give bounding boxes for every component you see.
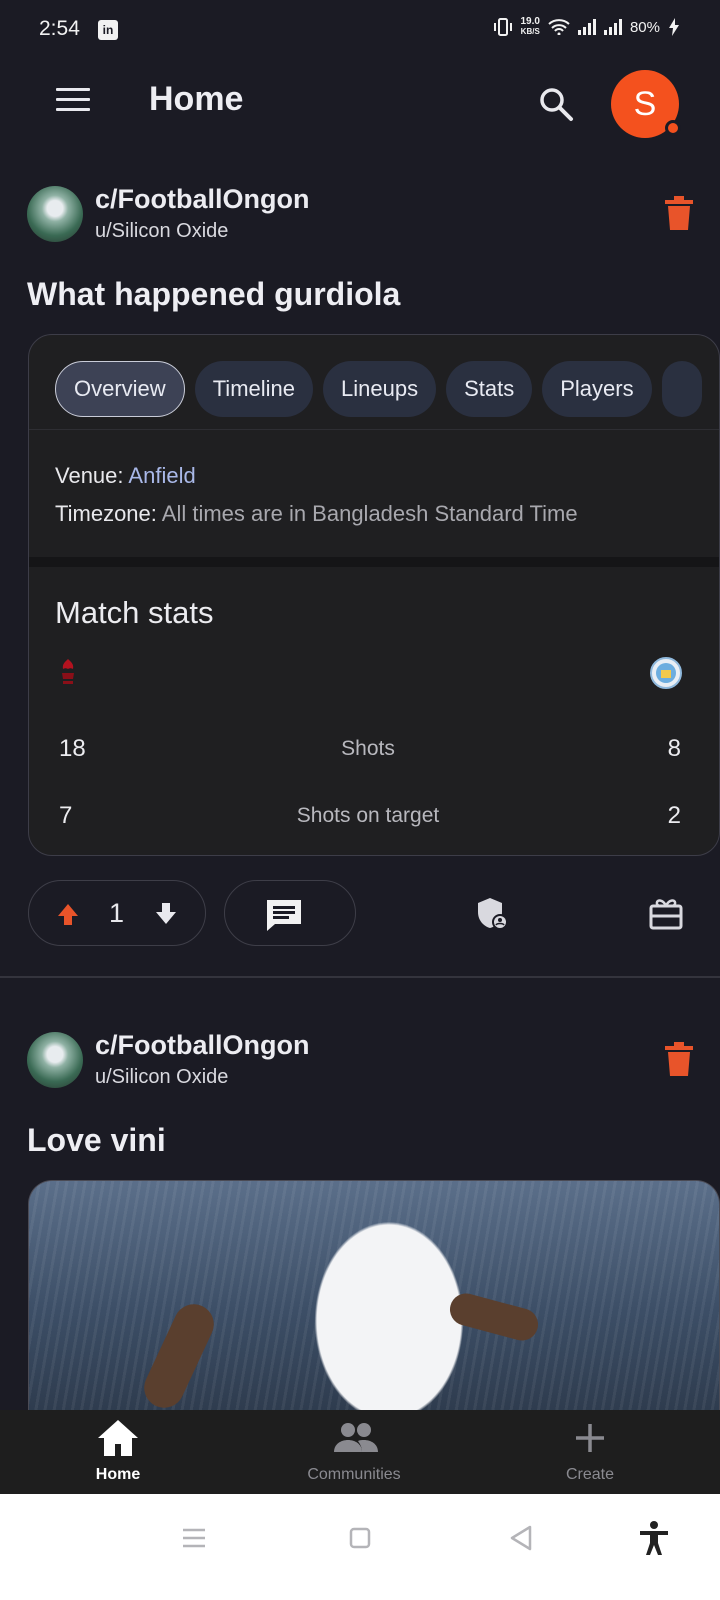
status-bar: 2:54 in 19.0 KB/S 80% <box>0 0 720 60</box>
community-name[interactable]: c/FootballOngon <box>95 184 309 215</box>
match-stats-title: Match stats <box>55 595 214 630</box>
people-icon <box>334 1423 378 1452</box>
nav-home[interactable]: Home <box>28 1410 208 1494</box>
venue-link[interactable]: Anfield <box>128 463 195 488</box>
author-name[interactable]: u/Silicon Oxide <box>95 220 228 243</box>
vote-control: 1 <box>28 880 206 946</box>
nav-label-home: Home <box>95 1466 141 1483</box>
stat-away-value: 2 <box>667 802 681 829</box>
stat-row: 18 Shots 8 <box>55 735 681 769</box>
community-avatar[interactable] <box>27 186 83 242</box>
status-time: 2:54 <box>39 17 80 40</box>
match-tabs: Overview Timeline Lineups Stats Players <box>55 361 702 417</box>
stat-label: Shots <box>341 737 395 760</box>
tab-lineups[interactable]: Lineups <box>323 361 437 417</box>
linkedin-notification-icon: in <box>98 20 118 40</box>
back-icon[interactable] <box>502 1518 542 1558</box>
comment-icon <box>267 900 301 931</box>
community-name[interactable]: c/FootballOngon <box>95 1030 309 1061</box>
moderator-shield-icon[interactable] <box>474 896 510 932</box>
post-image[interactable] <box>28 1180 720 1420</box>
downvote-arrow-icon[interactable] <box>153 900 179 928</box>
user-avatar-button[interactable]: S <box>611 70 681 138</box>
signal-icon <box>577 19 596 35</box>
tab-more[interactable] <box>661 361 702 417</box>
nav-label-create: Create <box>565 1466 615 1483</box>
bottom-navigation: Home Communities Create <box>0 1410 720 1494</box>
upvote-arrow-icon[interactable] <box>55 900 81 928</box>
image-detail <box>446 1289 542 1345</box>
man-city-crest-icon <box>650 657 682 689</box>
plus-icon <box>576 1424 604 1452</box>
recent-apps-icon[interactable] <box>174 1518 214 1558</box>
vibrate-icon <box>493 18 512 36</box>
community-avatar[interactable] <box>27 1032 83 1088</box>
post-header: c/FootballOngon u/Silicon Oxide <box>27 184 693 244</box>
accessibility-icon[interactable] <box>634 1518 674 1558</box>
vote-score: 1 <box>109 898 125 928</box>
nav-create[interactable]: Create <box>500 1410 680 1494</box>
search-icon[interactable] <box>538 86 574 122</box>
author-name[interactable]: u/Silicon Oxide <box>95 1066 228 1089</box>
stat-row: 7 Shots on target 2 <box>55 802 681 836</box>
divider <box>29 429 719 430</box>
timezone-label: Timezone: <box>55 501 157 526</box>
comments-button[interactable] <box>224 880 356 946</box>
battery-percent: 80% <box>629 18 660 36</box>
post-header: c/FootballOngon u/Silicon Oxide <box>27 1030 693 1090</box>
trash-icon[interactable] <box>665 196 693 230</box>
nav-label-communities: Communities <box>307 1466 401 1483</box>
nav-communities[interactable]: Communities <box>264 1410 444 1494</box>
tab-timeline[interactable]: Timeline <box>194 361 314 417</box>
post-title: Love vini <box>27 1122 166 1158</box>
signal-icon-2 <box>603 19 622 35</box>
venue-label: Venue: <box>55 463 124 488</box>
tab-players[interactable]: Players <box>542 361 652 417</box>
venue-row: Venue: Anfield <box>55 463 196 489</box>
section-divider <box>29 557 719 567</box>
charging-icon <box>669 18 679 36</box>
menu-icon[interactable] <box>56 88 90 118</box>
tab-overview[interactable]: Overview <box>55 361 185 417</box>
avatar-letter: S <box>633 85 657 123</box>
home-icon <box>98 1420 138 1456</box>
tab-stats[interactable]: Stats <box>446 361 533 417</box>
stat-away-value: 8 <box>667 735 681 762</box>
stat-label: Shots on target <box>296 804 440 827</box>
match-embed-card: Overview Timeline Lineups Stats Players … <box>28 334 720 856</box>
app-bar: Home S <box>0 60 720 148</box>
post-title: What happened gurdiola <box>27 276 401 312</box>
status-icons: 19.0 KB/S 80% <box>493 17 681 37</box>
timezone-value: All times are in Bangladesh Standard Tim… <box>161 501 578 526</box>
trash-icon[interactable] <box>665 1042 693 1076</box>
liverpool-crest-icon <box>62 659 74 684</box>
home-button-icon[interactable] <box>340 1518 380 1558</box>
page-title: Home <box>149 80 244 118</box>
post-divider <box>0 976 720 978</box>
system-navigation-bar <box>0 1494 720 1600</box>
avatar-status-dot <box>665 120 681 136</box>
gift-icon[interactable] <box>648 896 684 932</box>
network-speed: 19.0 KB/S <box>520 16 540 37</box>
wifi-icon <box>548 19 570 35</box>
timezone-row: Timezone: All times are in Bangladesh St… <box>55 501 578 527</box>
image-detail <box>137 1297 221 1415</box>
